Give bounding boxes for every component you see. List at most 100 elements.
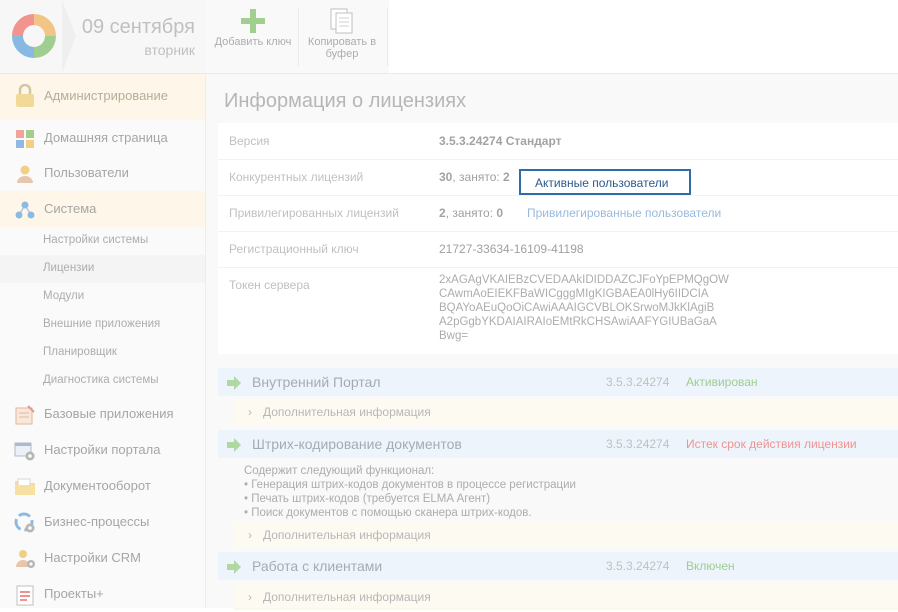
module-version: 3.5.3.24274 [606,375,670,389]
chevron-right-icon: › [248,405,252,419]
sidebar-item-label: Настройки CRM [44,550,141,565]
privileged-licenses-label: Привилегированных лицензий [229,206,399,220]
sidebar-item-label: Домашняя страница [44,130,168,145]
sidebar-item-system[interactable]: Система [0,191,205,227]
arrow-right-icon [226,437,242,458]
token-line: A2pGgbYKDAIAIRAIoEMtRkCHSAwiAAFYGIUBaGaA [439,316,717,328]
sidebar-item-portal-settings[interactable]: Настройки портала [0,432,205,468]
registration-key-value: 21727-33634-16109-41198 [439,242,584,256]
sidebar-item-projects[interactable]: Проекты+ [0,576,205,612]
privileged-licenses-row: Привилегированных лицензий 2, занято: 0 … [218,195,898,232]
sidebar-subitem-label: Внешние приложения [43,318,161,330]
module-extra-info[interactable]: › Дополнительная информация [234,399,898,425]
sidebar-subitem-system-settings[interactable]: Настройки системы [0,227,205,255]
license-info-panel: Версия 3.5.3.24274 Стандарт Конкурентных… [218,123,898,354]
module-name: Внутренний Портал [252,374,381,390]
copy-to-buffer-button[interactable]: Копировать в буфер [301,6,383,68]
description-line: Содержит следующий функционал: [244,465,435,477]
sidebar-subitem-diagnostics[interactable]: Диагностика системы [0,367,205,395]
chevron-right-icon: › [248,590,252,604]
network-icon [14,199,36,221]
toolbar-divider [387,8,388,66]
sidebar-item-label: Проекты+ [44,586,104,601]
folder-icon [14,476,36,498]
add-key-button[interactable]: Добавить ключ [212,6,294,68]
sidebar-item-base-apps[interactable]: Базовые приложения [0,396,205,432]
sidebar-subitem-label: Модули [43,290,85,302]
sidebar-item-label: Пользователи [44,165,129,180]
busy-label: , занято: [452,170,504,184]
tiles-icon [14,128,36,150]
module-extra-info[interactable]: › Дополнительная информация [234,584,898,610]
concurrent-licenses-label: Конкурентных лицензий [229,170,364,184]
sidebar-item-users[interactable]: Пользователи [0,155,205,191]
date-day: 09 сентября [81,16,195,38]
module-status: Активирован [686,375,758,389]
sidebar-item-home[interactable]: Домашняя страница [0,120,205,156]
concurrent-licenses-value: 30, занято: 2 [439,170,510,184]
module-extra-label: Дополнительная информация [263,405,431,419]
sidebar-subitem-label: Планировщик [43,346,117,358]
sidebar-item-label: Настройки портала [44,442,161,457]
projects-icon [14,584,36,606]
sidebar-item-label: Система [44,201,97,216]
sidebar-subitem-label: Диагностика системы [43,374,159,386]
lock-icon [14,84,36,107]
sidebar-item-label: Администрирование [44,88,168,103]
active-users-link-highlight[interactable]: Активные пользователи [519,169,691,195]
process-icon [14,512,36,534]
module-extra-info[interactable]: › Дополнительная информация [234,522,898,548]
sidebar-item-business-processes[interactable]: Бизнес-процессы [0,504,205,540]
copy-icon [301,6,383,36]
token-line: Bwg= [439,330,469,342]
module-header-internal-portal[interactable]: Внутренний Портал 3.5.3.24274 Активирова… [218,368,898,396]
server-token-row: Токен сервера 2xAGAgVKAIEBzCVEDAAkIDIDDA… [218,267,898,353]
apps-icon [14,404,36,426]
main-content: Информация о лицензиях Версия 3.5.3.2427… [206,74,898,610]
module-name: Работа с клиентами [252,558,383,574]
description-line: • Печать штрих-кодов (требуется ELMA Аге… [244,493,491,505]
sidebar-item-crm-settings[interactable]: Настройки CRM [0,540,205,576]
module-status: Истек срок действия лицензии [686,437,857,451]
privileged-users-link[interactable]: Привилегированные пользователи [527,206,721,220]
module-extra-label: Дополнительная информация [263,528,431,542]
top-bar: 09 сентября вторник Добавить ключ Копиро… [0,0,898,74]
token-line: CAwmAoEIEKFBaWICgggMIgKIGBAEA0lHy6IIDCIA [439,288,709,300]
module-status: Включен [686,559,735,573]
module-extra-label: Дополнительная информация [263,590,431,604]
portal-settings-icon [14,440,36,462]
page-title: Информация о лицензиях [224,90,467,112]
sidebar-subitem-licenses[interactable]: Лицензии [0,255,205,283]
concurrent-busy: 2 [503,170,510,184]
toolbar-empty-area [389,0,898,73]
busy-label: , занято: [445,206,497,220]
sidebar-subitem-modules[interactable]: Модули [0,283,205,311]
version-value: 3.5.3.24274 Стандарт [439,134,562,148]
sidebar-subitem-scheduler[interactable]: Планировщик [0,339,205,367]
sidebar-item-administration[interactable]: Администрирование [0,74,205,120]
sidebar-item-label: Документооборот [44,478,151,493]
active-users-link[interactable]: Активные пользователи [535,176,668,190]
plus-icon [212,6,294,36]
module-description: Содержит следующий функционал: • Генерац… [244,464,576,520]
sidebar-subitem-external-apps[interactable]: Внешние приложения [0,311,205,339]
module-version: 3.5.3.24274 [606,437,670,451]
add-key-label: Добавить ключ [214,36,292,48]
token-line: BQAYoAEuQoOiCAwiAAAIGCVBLOKSrwoMJkKlAgiB [439,302,715,314]
elma-logo[interactable] [12,14,56,58]
module-header-clients[interactable]: Работа с клиентами 3.5.3.24274 Включен [218,552,898,580]
logo-separator [62,0,76,73]
server-token-label: Токен сервера [229,278,310,292]
token-line: 2xAGAgVKAIEBzCVEDAAkIDIDDAZCJFoYpEPMQgOW [439,274,729,286]
sidebar-item-document-flow[interactable]: Документооборот [0,468,205,504]
privileged-licenses-value: 2, занято: 0 [439,206,503,220]
logo-area: 09 сентября вторник [0,0,205,73]
privileged-busy: 0 [496,206,504,220]
sidebar-subitem-label: Настройки системы [43,234,149,246]
module-version: 3.5.3.24274 [606,559,670,573]
version-value-wrap: 3.5.3.24274 Стандарт [439,134,562,148]
registration-key-row: Регистрационный ключ 21727-33634-16109-4… [218,231,898,268]
sidebar-subitem-label: Лицензии [43,262,95,274]
module-header-barcoding[interactable]: Штрих-кодирование документов 3.5.3.24274… [218,430,898,458]
version-label: Версия [229,134,270,148]
